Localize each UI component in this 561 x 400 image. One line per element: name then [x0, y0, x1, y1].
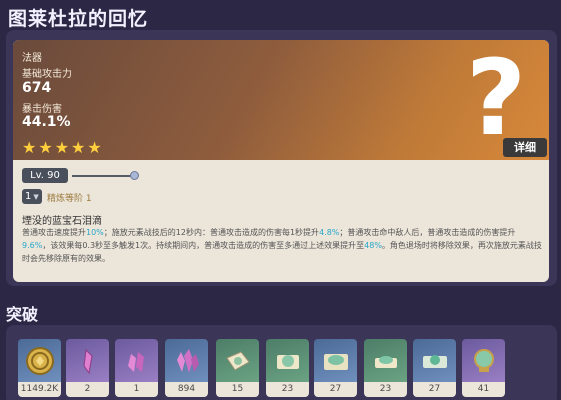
- material-count: 1: [115, 382, 158, 397]
- refinement-label: 精炼等阶 1: [47, 194, 92, 204]
- star-icon: ★: [38, 138, 53, 157]
- weapon-type: 法器: [22, 53, 42, 64]
- substat-label: 暴击伤害: [22, 104, 62, 115]
- material-count: 894: [165, 382, 208, 397]
- jade-tablet-icon: [314, 339, 357, 382]
- crystal-fragment-icon: [115, 339, 158, 382]
- material-item[interactable]: 23: [364, 339, 407, 397]
- material-item[interactable]: 1: [115, 339, 158, 397]
- level-badge: Lv. 90: [22, 168, 68, 183]
- weapon-card-header: 法器 基础攻击力 674 暴击伤害 44.1% ★ ★ ★ ★ ★ ? 详细: [13, 40, 549, 160]
- passive-desc-text: ；普通攻击命中敌人后，普通攻击造成的伤害提升: [339, 228, 516, 237]
- scroll-piece-icon: [216, 339, 259, 382]
- star-icon: ★: [54, 138, 70, 157]
- material-count: 23: [364, 382, 407, 397]
- passive-description: 普通攻击速度提升10%；施放元素战技后的12秒内：普通攻击造成的伤害每1秒提升4…: [22, 226, 542, 265]
- material-item[interactable]: 23: [266, 339, 309, 397]
- weapon-card: 法器 基础攻击力 674 暴击伤害 44.1% ★ ★ ★ ★ ★ ? 详细 L…: [13, 40, 549, 282]
- material-item[interactable]: 894: [165, 339, 208, 397]
- passive-value: 9.6%: [22, 241, 43, 250]
- page-title: 图莱杜拉的回忆: [8, 8, 149, 30]
- passive-name: 堙没的蓝宝石泪滴: [22, 216, 102, 227]
- crystal-sliver-icon: [66, 339, 109, 382]
- level-slider-track[interactable]: [72, 175, 134, 177]
- material-count: 15: [216, 382, 259, 397]
- jade-scroll-icon: [266, 339, 309, 382]
- refinement-value: 1: [25, 191, 32, 202]
- material-count: 27: [413, 382, 456, 397]
- golden-ornament-icon: [462, 339, 505, 382]
- base-atk-value: 674: [22, 80, 52, 96]
- jade-plate-icon: [364, 339, 407, 382]
- passive-desc-text: 普通攻击速度提升: [22, 228, 86, 237]
- passive-desc-text: ，该效果每0.3秒至多触发1次。持续期间内，普通攻击造成的伤害至多通过上述效果提…: [42, 241, 365, 250]
- star-icon: ★: [71, 138, 86, 157]
- base-atk-label: 基础攻击力: [22, 69, 72, 80]
- material-item[interactable]: 15: [216, 339, 259, 397]
- material-count: 27: [314, 382, 357, 397]
- star-icon: ★: [22, 138, 37, 157]
- material-item[interactable]: 1149.2K: [18, 339, 61, 397]
- weapon-placeholder-icon: ?: [465, 40, 527, 159]
- material-item[interactable]: 2: [66, 339, 109, 397]
- level-slider-handle[interactable]: [130, 171, 139, 180]
- material-count: 23: [266, 382, 309, 397]
- refinement-dropdown[interactable]: 1 ▼: [22, 189, 42, 204]
- material-count: 41: [462, 382, 505, 397]
- material-count: 2: [66, 382, 109, 397]
- passive-value: 48%: [364, 241, 382, 250]
- material-item[interactable]: 27: [314, 339, 357, 397]
- rarity-stars: ★ ★ ★ ★ ★: [22, 140, 102, 156]
- material-item[interactable]: 27: [413, 339, 456, 397]
- passive-desc-text: ；施放元素战技后的12秒内：普通攻击造成的伤害每1秒提升: [103, 228, 320, 237]
- passive-value: 10%: [86, 228, 104, 237]
- substat-value: 44.1%: [22, 114, 71, 130]
- mora-coin-icon: [18, 339, 61, 382]
- crystal-chunk-icon: [165, 339, 208, 382]
- ascension-title: 突破: [6, 305, 39, 324]
- chevron-down-icon: ▼: [33, 193, 39, 201]
- ornate-tablet-icon: [413, 339, 456, 382]
- details-button[interactable]: 详细: [503, 138, 547, 157]
- passive-value: 4.8%: [319, 228, 340, 237]
- material-count: 1149.2K: [18, 382, 61, 397]
- material-item[interactable]: 41: [462, 339, 505, 397]
- star-icon: ★: [87, 138, 102, 157]
